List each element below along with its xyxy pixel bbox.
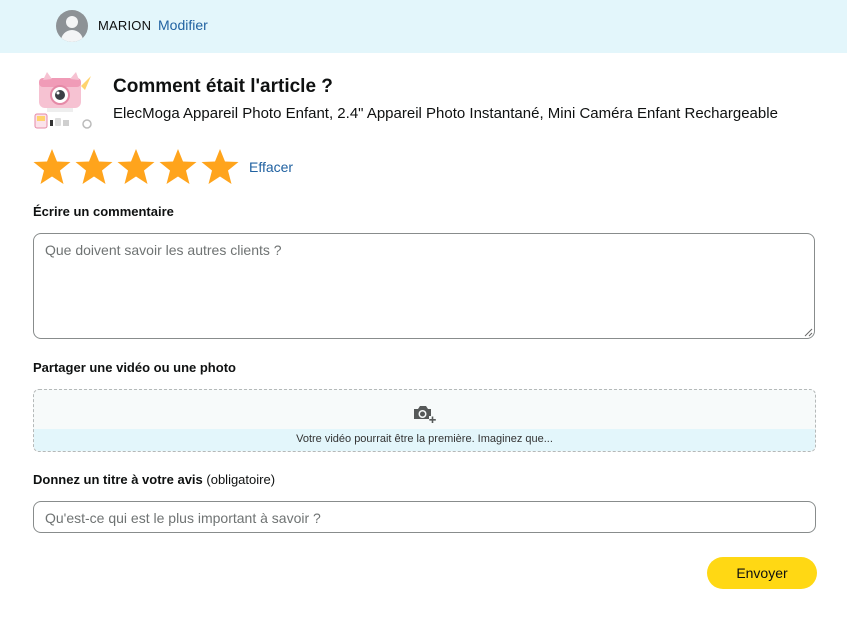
title-label-text: Donnez un titre à votre avis [33,472,203,487]
user-name: MARION [98,18,152,33]
star-2-icon[interactable] [74,148,116,186]
avatar-icon [56,10,88,42]
star-1-icon[interactable] [32,148,74,186]
review-title-input[interactable]: Qu'est-ce qui est le plus important à sa… [33,501,816,533]
star-4-icon[interactable] [158,148,200,186]
title-label: Donnez un titre à votre avis (obligatoir… [33,472,275,487]
star-rating [32,148,242,186]
media-label: Partager une vidéo ou une photo [33,360,236,375]
page-title: Comment était l'article ? [113,76,333,97]
camera-add-icon [414,406,436,423]
review-textarea[interactable]: Que doivent savoir les autres clients ? [33,233,815,339]
required-note: (obligatoire) [206,472,276,487]
review-label: Écrire un commentaire [33,204,174,219]
product-name: ElecMoga Appareil Photo Enfant, 2.4" App… [113,105,778,122]
upload-hint: Votre vidéo pourrait être la première. I… [34,429,815,451]
header-bar: MARION Modifier [0,0,847,53]
edit-profile-link[interactable]: Modifier [158,17,208,33]
media-upload-area[interactable]: Votre vidéo pourrait être la première. I… [33,389,816,452]
submit-button[interactable]: Envoyer [707,557,817,589]
title-placeholder: Qu'est-ce qui est le plus important à sa… [45,510,321,526]
product-image [33,72,97,134]
clear-rating-link[interactable]: Effacer [249,159,293,175]
review-placeholder: Que doivent savoir les autres clients ? [45,242,282,258]
star-3-icon[interactable] [116,148,158,186]
resize-grip-icon[interactable] [804,328,813,337]
star-5-icon[interactable] [200,148,242,186]
